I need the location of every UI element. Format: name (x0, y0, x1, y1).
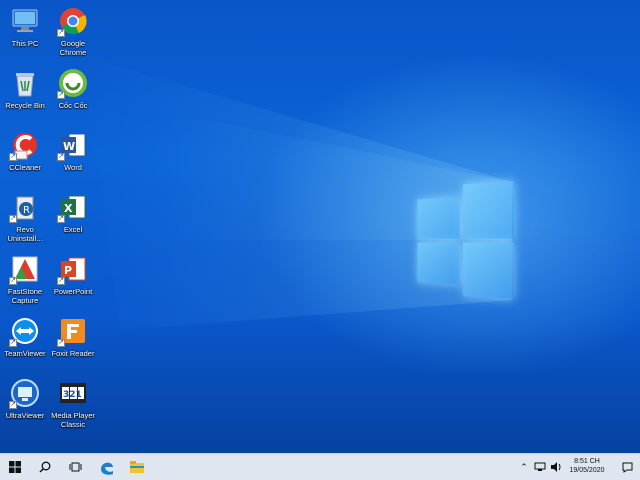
recycle-bin-icon (9, 67, 41, 99)
shortcut-arrow-icon: ↗ (57, 277, 65, 285)
faststone-capture-icon: ↗ (9, 253, 41, 285)
task-view-icon (69, 462, 81, 472)
shortcut-arrow-icon: ↗ (9, 215, 17, 223)
revo-uninstaller-icon: R ↗ (9, 191, 41, 223)
desktop-icon-this-pc[interactable]: This PC (0, 5, 50, 48)
excel-icon: X ↗ (57, 191, 89, 223)
ccleaner-icon: ↗ (9, 129, 41, 161)
shortcut-arrow-icon: ↗ (57, 29, 65, 37)
desktop-background: This PC Recycle Bin ↗ CCleaner R ↗ Revo … (0, 0, 640, 453)
search-button[interactable] (30, 454, 60, 480)
desktop-icon-google-chrome[interactable]: ↗ Google Chrome (48, 5, 98, 57)
shortcut-arrow-icon: ↗ (57, 153, 65, 161)
clock-time: 8:51 CH (574, 458, 600, 465)
svg-text:P: P (64, 264, 72, 277)
chevron-up-icon[interactable]: ⌃ (518, 462, 530, 473)
ultraviewer-icon: ↗ (9, 377, 41, 409)
start-button[interactable] (0, 454, 30, 480)
desktop-icon-word[interactable]: W ↗ Word (48, 129, 98, 172)
desktop-icon-excel[interactable]: X ↗ Excel (48, 191, 98, 234)
taskbar: ⌃ 8:51 CH 19/05/2020 (0, 453, 640, 480)
action-center-button[interactable] (614, 454, 640, 480)
edge-icon (101, 462, 113, 475)
clock[interactable]: 8:51 CH 19/05/2020 (564, 457, 610, 475)
chrome-icon: ↗ (57, 5, 89, 37)
search-icon (39, 461, 51, 473)
desktop-icon-powerpoint[interactable]: P ↗ PowerPoint (48, 253, 98, 296)
desktop-icon-recycle-bin[interactable]: Recycle Bin (0, 67, 50, 110)
volume-icon[interactable] (550, 462, 562, 472)
desktop-icon-teamviewer[interactable]: ↗ TeamViewer (0, 315, 50, 358)
windows-start-icon (9, 461, 21, 473)
foxit-reader-icon: ↗ (57, 315, 89, 347)
system-tray: ⌃ (518, 454, 562, 480)
shortcut-arrow-icon: ↗ (57, 215, 65, 223)
desktop-icon-ultraviewer[interactable]: ↗ UltraViewer (0, 377, 50, 420)
file-explorer-button[interactable] (122, 454, 152, 480)
windows-logo (417, 181, 514, 299)
shortcut-arrow-icon: ↗ (57, 339, 65, 347)
network-icon[interactable] (534, 462, 546, 472)
media-player-classic-icon: 321 (57, 377, 89, 409)
svg-text:X: X (64, 202, 73, 215)
teamviewer-icon: ↗ (9, 315, 41, 347)
svg-text:R: R (23, 205, 30, 216)
powerpoint-icon: P ↗ (57, 253, 89, 285)
shortcut-arrow-icon: ↗ (57, 91, 65, 99)
shortcut-arrow-icon: ↗ (9, 153, 17, 161)
desktop-icon-coc-coc[interactable]: ↗ Cốc Cốc (48, 67, 98, 110)
shortcut-arrow-icon: ↗ (9, 339, 17, 347)
svg-text:W: W (63, 140, 75, 153)
action-center-icon (622, 462, 632, 473)
clock-date: 19/05/2020 (569, 467, 605, 474)
task-view-button[interactable] (60, 454, 90, 480)
edge-button[interactable] (92, 454, 122, 480)
desktop-icon-foxit-reader[interactable]: ↗ Foxit Reader (48, 315, 98, 358)
shortcut-arrow-icon: ↗ (9, 277, 17, 285)
desktop-icon-media-player-classic[interactable]: 321 Media Player Classic (48, 377, 98, 429)
word-icon: W ↗ (57, 129, 89, 161)
coc-coc-icon: ↗ (57, 67, 89, 99)
computer-icon (9, 5, 41, 37)
desktop-icon-revo-uninstaller[interactable]: R ↗ Revo Uninstall... (0, 191, 50, 243)
desktop-icon-faststone-capture[interactable]: ↗ FastStone Capture (0, 253, 50, 305)
shortcut-arrow-icon: ↗ (9, 401, 17, 409)
file-explorer-icon (130, 461, 144, 473)
svg-text:321: 321 (63, 390, 82, 400)
desktop-icon-ccleaner[interactable]: ↗ CCleaner (0, 129, 50, 172)
